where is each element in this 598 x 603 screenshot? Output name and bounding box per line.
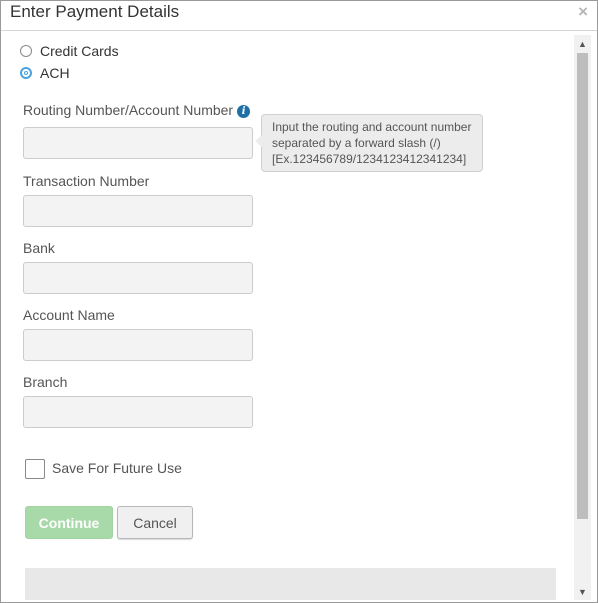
radio-button-ach[interactable] (20, 67, 32, 79)
dialog-titlebar: Enter Payment Details × (1, 1, 597, 31)
radio-ach[interactable]: ACH (20, 65, 70, 81)
account-name-label: Account Name (23, 307, 115, 323)
continue-button[interactable]: Continue (25, 506, 113, 539)
chevron-up-icon[interactable]: ▲ (574, 35, 591, 52)
routing-tooltip: Input the routing and account number sep… (255, 114, 483, 172)
bank-label: Bank (23, 240, 55, 256)
transaction-number-input[interactable] (23, 195, 253, 227)
tooltip-line-1: Input the routing and account number (272, 120, 472, 134)
dialog-title: Enter Payment Details (10, 2, 180, 21)
payment-dialog: Enter Payment Details × Credit Cards ACH… (0, 0, 598, 603)
transaction-label: Transaction Number (23, 173, 150, 189)
account-name-input[interactable] (23, 329, 253, 361)
routing-account-input[interactable] (23, 127, 253, 159)
tooltip-line-3: [Ex.123456789/1234123412341234] (272, 152, 467, 166)
info-icon[interactable]: i (237, 105, 251, 118)
branch-input[interactable] (23, 396, 253, 428)
routing-label: Routing Number/Account Number (23, 102, 234, 118)
chevron-down-icon[interactable]: ▼ (574, 583, 591, 600)
vertical-scrollbar[interactable]: ▲ ▼ (574, 35, 591, 600)
footer-band (25, 568, 556, 600)
tooltip-line-2: separated by a forward slash (/) (272, 136, 441, 150)
bank-input[interactable] (23, 262, 253, 294)
branch-label: Branch (23, 374, 68, 390)
radio-credit-cards[interactable]: Credit Cards (20, 43, 119, 59)
radio-button-credit-cards[interactable] (20, 45, 32, 57)
close-icon[interactable]: × (578, 2, 588, 22)
save-for-future-checkbox[interactable] (25, 459, 45, 479)
save-for-future-label: Save For Future Use (52, 460, 182, 476)
radio-label-ach: ACH (40, 65, 70, 81)
cancel-button[interactable]: Cancel (117, 506, 193, 539)
routing-label-row: Routing Number/Account Number i (23, 102, 251, 118)
scrollbar-thumb[interactable] (577, 53, 588, 519)
radio-label-credit-cards: Credit Cards (40, 43, 119, 59)
